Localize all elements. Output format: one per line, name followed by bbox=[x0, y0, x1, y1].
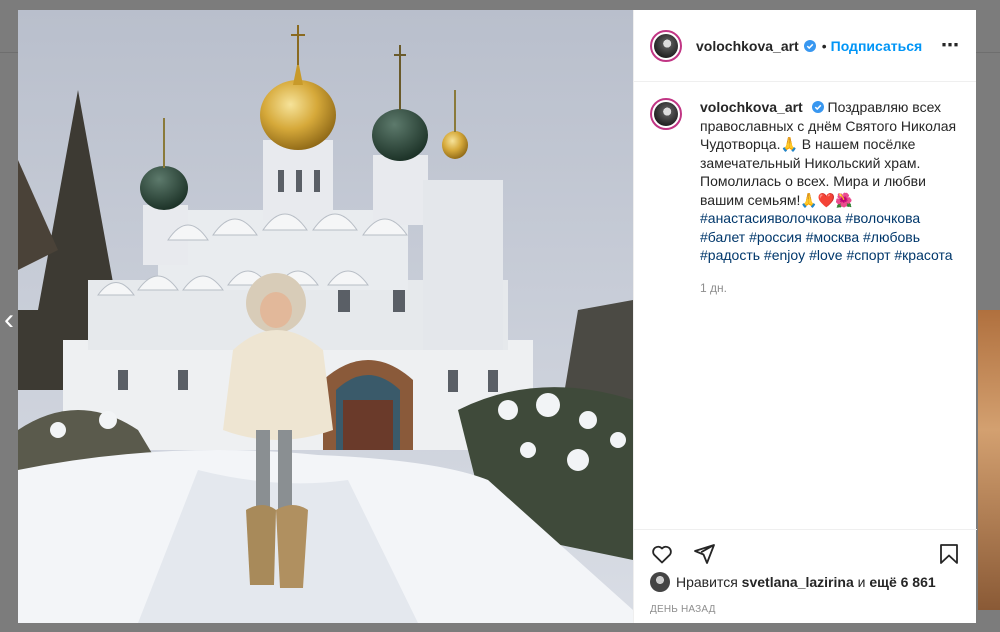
caption-username[interactable]: volochkova_art bbox=[700, 99, 803, 115]
caption-avatar[interactable] bbox=[650, 98, 682, 130]
likes-middle: и bbox=[857, 574, 866, 590]
caption-time-ago[interactable]: 1 дн. bbox=[700, 279, 961, 298]
hashtag-link[interactable]: #анастасияволочкова bbox=[700, 210, 842, 226]
header-separator: • bbox=[821, 37, 827, 54]
author-avatar[interactable] bbox=[650, 29, 682, 62]
hashtag-link[interactable]: #россия bbox=[749, 229, 802, 245]
post-photo[interactable] bbox=[18, 10, 633, 623]
post-modal: volochkova_art • Подписаться ⋯ volochkov… bbox=[18, 10, 977, 623]
hashtag-link[interactable]: #enjoy bbox=[764, 247, 805, 263]
liker-username[interactable]: svetlana_lazirina bbox=[742, 574, 854, 590]
follow-button[interactable]: Подписаться bbox=[831, 38, 923, 54]
verified-badge-icon bbox=[803, 39, 816, 52]
previous-post-button[interactable]: ‹ bbox=[0, 300, 18, 340]
hashtag-link[interactable]: #радость bbox=[700, 247, 760, 263]
likes-count[interactable]: ещё 6 861 bbox=[869, 574, 935, 590]
post-actions bbox=[634, 529, 977, 575]
next-post-thumbnail[interactable] bbox=[978, 310, 1000, 610]
hashtag-link[interactable]: #балет bbox=[700, 229, 745, 245]
paper-plane-icon[interactable] bbox=[692, 542, 716, 566]
post-header: volochkova_art • Подписаться ⋯ bbox=[634, 10, 976, 82]
caption-text: Поздравляю всех православных с днём Свят… bbox=[700, 99, 957, 208]
hashtag-link[interactable]: #love bbox=[809, 247, 842, 263]
hashtag-link[interactable]: #красота bbox=[894, 247, 952, 263]
heart-icon[interactable] bbox=[650, 542, 674, 566]
caption-body: volochkova_art Поздравляю всех православ… bbox=[700, 98, 961, 297]
hashtag-link[interactable]: #волочкова bbox=[845, 210, 920, 226]
hashtag-link[interactable]: #москва bbox=[806, 229, 859, 245]
bookmark-icon[interactable] bbox=[937, 542, 961, 566]
more-options-icon[interactable]: ⋯ bbox=[941, 35, 960, 56]
author-username[interactable]: volochkova_art bbox=[696, 38, 799, 54]
hashtag-link[interactable]: #любовь bbox=[863, 229, 920, 245]
post-caption: volochkova_art Поздравляю всех православ… bbox=[634, 82, 977, 297]
hashtag-link[interactable]: #спорт bbox=[846, 247, 890, 263]
likes-summary: Нравится svetlana_lazirina и ещё 6 861 bbox=[650, 572, 970, 592]
likes-prefix: Нравится bbox=[676, 574, 738, 590]
verified-badge-icon bbox=[811, 101, 824, 113]
church-snow-photo bbox=[18, 10, 633, 623]
liker-avatar[interactable] bbox=[650, 572, 670, 592]
post-sidebar: volochkova_art • Подписаться ⋯ volochkov… bbox=[633, 10, 977, 623]
post-date[interactable]: День назад bbox=[650, 604, 716, 615]
